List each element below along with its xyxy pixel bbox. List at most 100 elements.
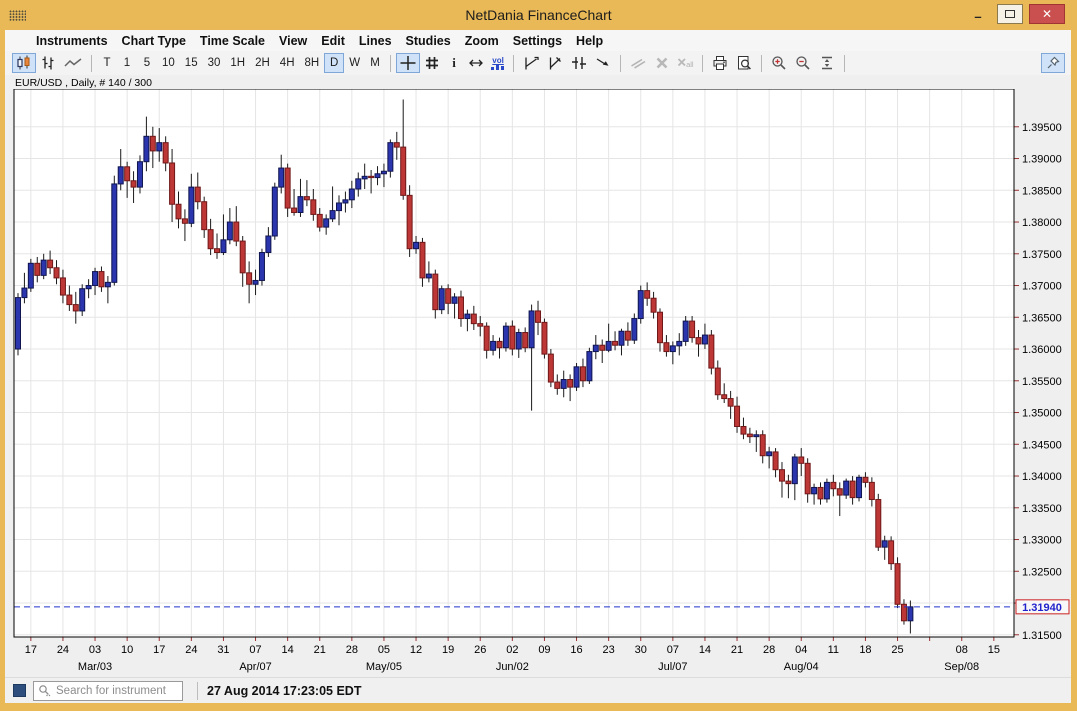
menu-studies[interactable]: Studies xyxy=(406,34,451,48)
pointer-arrow-button[interactable] xyxy=(591,53,615,73)
candle-body xyxy=(760,435,765,456)
timeframe-button-T[interactable]: T xyxy=(97,53,117,73)
candle-body xyxy=(555,382,560,388)
candle-body xyxy=(22,288,27,298)
y-axis-label: 1.35000 xyxy=(1022,408,1062,420)
candle-body xyxy=(619,331,624,345)
candle-body xyxy=(491,341,496,350)
menu-lines[interactable]: Lines xyxy=(359,34,392,48)
menu-time-scale[interactable]: Time Scale xyxy=(200,34,265,48)
candlestick-chart-button[interactable] xyxy=(12,53,36,73)
delete-button[interactable] xyxy=(650,53,674,73)
candle-body xyxy=(118,167,123,184)
timeframe-button-1H[interactable]: 1H xyxy=(225,53,250,73)
channel-button[interactable] xyxy=(567,53,591,73)
candle-body xyxy=(426,274,431,278)
candle-body xyxy=(779,470,784,481)
search-input[interactable] xyxy=(54,684,172,698)
info-icon: i xyxy=(452,55,456,71)
instrument-search-box[interactable] xyxy=(33,681,183,701)
candle-body xyxy=(664,343,669,352)
close-button[interactable]: ✕ xyxy=(1029,4,1065,24)
candle-body xyxy=(670,346,675,352)
candle-body xyxy=(41,260,46,275)
maximize-icon xyxy=(1005,10,1015,18)
menu-help[interactable]: Help xyxy=(576,34,603,48)
print-preview-button[interactable] xyxy=(732,53,756,73)
y-axis-label: 1.33500 xyxy=(1022,503,1062,515)
timeframe-button-D[interactable]: D xyxy=(324,53,344,73)
timeframe-button-5[interactable]: 5 xyxy=(137,53,157,73)
menu-zoom[interactable]: Zoom xyxy=(465,34,499,48)
info-button[interactable]: i xyxy=(444,53,464,73)
toolbar-separator xyxy=(702,55,703,72)
x-axis-label: 09 xyxy=(538,644,550,656)
toolbar-separator xyxy=(91,55,92,72)
timeframe-button-10[interactable]: 10 xyxy=(157,53,180,73)
timeframe-button-M[interactable]: M xyxy=(365,53,385,73)
fit-vertical-icon xyxy=(818,54,836,72)
candle-body xyxy=(67,295,72,305)
candle-body xyxy=(837,489,842,495)
connection-status-icon xyxy=(13,684,26,697)
y-axis-label: 1.36000 xyxy=(1022,344,1062,356)
menu-view[interactable]: View xyxy=(279,34,307,48)
candle-body xyxy=(48,260,53,268)
candle-body xyxy=(503,326,508,348)
volume-button[interactable]: vol xyxy=(488,53,508,73)
candle-body xyxy=(170,163,175,204)
y-axis-label: 1.38000 xyxy=(1022,217,1062,229)
timeframe-button-15[interactable]: 15 xyxy=(180,53,203,73)
y-axis-label: 1.38500 xyxy=(1022,185,1062,197)
timeframe-button-30[interactable]: 30 xyxy=(203,53,226,73)
print-button[interactable] xyxy=(708,53,732,73)
candle-body xyxy=(227,222,232,240)
menu-settings[interactable]: Settings xyxy=(513,34,562,48)
candle-body xyxy=(330,211,335,219)
candle-body xyxy=(844,481,849,495)
timeframe-button-2H[interactable]: 2H xyxy=(250,53,275,73)
candle-body xyxy=(208,230,213,249)
zoom-in-icon xyxy=(770,54,788,72)
line-chart-icon xyxy=(63,54,83,72)
zoom-out-button[interactable] xyxy=(791,53,815,73)
timeframe-button-W[interactable]: W xyxy=(344,53,365,73)
maximize-button[interactable] xyxy=(997,4,1023,24)
app-window: NetDania FinanceChart – ✕ InstrumentsCha… xyxy=(0,0,1077,711)
candle-body xyxy=(895,564,900,605)
zoom-in-button[interactable] xyxy=(767,53,791,73)
candle-body xyxy=(536,311,541,322)
x-axis-label: 23 xyxy=(603,644,615,656)
candle-body xyxy=(28,263,33,288)
timeframe-button-4H[interactable]: 4H xyxy=(275,53,300,73)
timeframe-button-1[interactable]: 1 xyxy=(117,53,137,73)
parallel-lines-button[interactable] xyxy=(626,53,650,73)
candle-body xyxy=(478,324,483,327)
timeframe-button-8H[interactable]: 8H xyxy=(300,53,325,73)
menu-edit[interactable]: Edit xyxy=(321,34,345,48)
trendline-button[interactable] xyxy=(519,53,543,73)
menu-chart-type[interactable]: Chart Type xyxy=(122,34,186,48)
menu-instruments[interactable]: Instruments xyxy=(36,34,108,48)
instrument-label: EUR/USD , Daily, # 140 / 300 xyxy=(15,77,152,89)
candle-body xyxy=(176,204,181,219)
x-axis-label: 14 xyxy=(282,644,294,656)
x-axis-label: 28 xyxy=(763,644,775,656)
minimize-button[interactable]: – xyxy=(965,4,991,24)
grid-button[interactable] xyxy=(420,53,444,73)
ohlc-bar-button[interactable] xyxy=(36,53,60,73)
candle-body xyxy=(484,326,489,350)
price-chart[interactable]: 1.395001.390001.385001.380001.375001.370… xyxy=(5,89,1071,677)
pin-toolbar-button[interactable] xyxy=(1041,53,1065,73)
candle-body xyxy=(747,434,752,437)
delete-all-button[interactable]: all xyxy=(674,53,697,73)
horizontal-expand-button[interactable] xyxy=(464,53,488,73)
crosshair-button[interactable] xyxy=(396,53,420,73)
search-icon xyxy=(38,684,51,697)
line-chart-button[interactable] xyxy=(60,53,86,73)
channel-icon xyxy=(570,54,588,72)
fit-vertical-button[interactable] xyxy=(815,53,839,73)
volume-icon: vol xyxy=(491,57,505,70)
ray-line-button[interactable] xyxy=(543,53,567,73)
candle-body xyxy=(857,477,862,497)
